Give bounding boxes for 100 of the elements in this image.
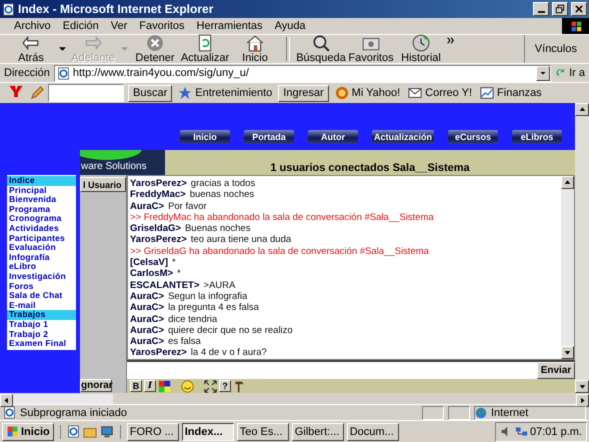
sidebar-item[interactable]: Trabajo 2	[7, 330, 76, 340]
nav-button[interactable]: Actualización	[372, 130, 434, 144]
menu-item[interactable]: Herramientas	[190, 20, 269, 32]
toolbar-button[interactable]: Inicio	[230, 35, 280, 63]
sidebar-item[interactable]: E-mail	[7, 300, 76, 310]
nav-button[interactable]: eCursos	[448, 130, 498, 144]
chat-message: AuraC> Por favor	[130, 200, 208, 212]
chat-message: CarlosM> *	[130, 268, 182, 280]
sidebar-item[interactable]: Sala de Chat	[7, 291, 76, 301]
chat-header: 1 usuarios conectados Sala__Sistema	[165, 150, 575, 175]
sidebar-item[interactable]: Trabajos	[7, 310, 76, 320]
windows-flag-icon	[6, 425, 19, 438]
menu-item[interactable]: Ayuda	[268, 20, 312, 32]
pencil-icon	[30, 86, 44, 100]
status-pane	[422, 406, 444, 420]
ie-logo-icon	[2, 2, 15, 16]
star-icon	[178, 86, 192, 100]
arrow-down-icon	[578, 383, 586, 390]
sidebar-item[interactable]: Trabajo 1	[7, 320, 76, 330]
toolbar-button[interactable]: Atrás	[6, 35, 56, 63]
color-palette-icon	[158, 380, 171, 392]
menu-item[interactable]: Archivo	[8, 20, 57, 32]
toolbar-button[interactable]: Búsqueda	[296, 35, 346, 63]
taskbar-button[interactable]: Index...	[182, 422, 234, 440]
italic-button[interactable]: I	[144, 380, 156, 392]
menu-item[interactable]: Favoritos	[133, 20, 191, 32]
toolbar-button[interactable]: Actualizar	[180, 35, 230, 63]
globe-icon	[475, 406, 487, 418]
toolbar-link[interactable]: Correo Y!	[406, 86, 474, 100]
arrow-right-icon	[579, 397, 586, 404]
sidebar-item[interactable]: Cronograma	[7, 214, 76, 224]
clock-icon	[411, 34, 431, 52]
links-button[interactable]: Vínculos	[528, 43, 583, 55]
taskbar-button[interactable]: Docum...	[346, 422, 399, 440]
nav-button[interactable]: eLibros	[512, 130, 562, 144]
my-yahoo-icon	[334, 86, 349, 100]
go-button[interactable]: Ir a	[555, 67, 585, 79]
user-button[interactable]: l Usuario	[80, 177, 126, 192]
status-pane	[448, 406, 470, 420]
chat-message: ESCALANTET> >AURA	[130, 280, 236, 291]
taskbar-button[interactable]: FORO ...	[126, 422, 179, 440]
toolbar-link[interactable]: Mi Yahoo!	[332, 86, 402, 100]
toolbar-link[interactable]: Entretenimiento	[176, 86, 274, 100]
system-message: >> FreddyMac ha abandonado la sala de conversación #Sala__Sistema	[130, 212, 435, 224]
sidebar-item[interactable]: Bienvenida	[7, 195, 76, 205]
sidebar-item[interactable]: Indice	[7, 176, 76, 186]
chat-message: [CelsaV] *	[130, 257, 177, 268]
nav-button[interactable]: Portada	[244, 130, 294, 144]
expand-button[interactable]	[204, 380, 217, 392]
sidebar-item[interactable]: Principal	[7, 186, 76, 196]
bold-button[interactable]: B	[130, 380, 142, 392]
taskbar-button[interactable]: Gilbert:...	[292, 422, 344, 440]
scrollbar[interactable]	[575, 103, 589, 393]
nav-button[interactable]: Inicio	[180, 130, 230, 144]
sidebar-item[interactable]: Investigación	[7, 272, 76, 282]
zone-text: Internet	[491, 406, 528, 418]
toolbar-button[interactable]: Favoritos	[346, 35, 396, 63]
sidebar-item[interactable]: Participantes	[7, 234, 76, 244]
search-button[interactable]: Buscar	[128, 84, 172, 102]
sign-in-button[interactable]: Ingresar	[278, 84, 329, 102]
nav-button[interactable]: Autor	[308, 130, 358, 144]
chat-message: AuraC> quiere decir que no se realizo	[130, 324, 294, 336]
envelope-icon	[408, 86, 422, 100]
color-button[interactable]	[158, 380, 171, 392]
chat-message: AuraC> dice tendria	[130, 314, 218, 325]
caret-icon[interactable]	[58, 47, 66, 51]
sidebar-item[interactable]: Programa	[7, 204, 76, 214]
sidebar-item[interactable]: Infografía	[7, 252, 76, 262]
desktop-icon	[100, 424, 114, 438]
network-icon	[515, 425, 528, 438]
sidebar-item[interactable]: Evaluación	[7, 243, 76, 253]
clock: 07:01 p.m.	[530, 426, 582, 438]
chat-message: YarosPerez> gracias a todos	[130, 178, 256, 190]
minimize-icon	[538, 11, 544, 13]
toolbar-link[interactable]: Finanzas	[478, 86, 544, 100]
chat-message: FreddyMac> buenas noches	[130, 189, 256, 201]
minimize-button[interactable]	[533, 2, 549, 16]
start-button[interactable]: Inicio	[2, 422, 54, 440]
send-button[interactable]: Enviar	[537, 362, 575, 379]
ie-icon	[66, 424, 80, 438]
sidebar-item[interactable]: eLibro	[7, 262, 76, 272]
search-field[interactable]	[48, 84, 124, 102]
help-button[interactable]: ?	[219, 380, 231, 392]
menu-item[interactable]: Edición	[56, 20, 105, 32]
taskbar-button[interactable]: Teo Es...	[236, 422, 289, 440]
arrow-down-icon	[564, 349, 571, 356]
sidebar-item[interactable]: Actividades	[7, 224, 76, 234]
scrollbar[interactable]	[561, 176, 574, 359]
smiley-button[interactable]	[181, 380, 194, 392]
toolbar-button[interactable]: Detener	[130, 35, 180, 63]
sidebar-item[interactable]: Examen Final	[7, 339, 76, 349]
toolbar-button[interactable]: Historial	[396, 35, 446, 63]
horizontal-scrollbar[interactable]	[0, 393, 589, 404]
close-button[interactable]	[571, 2, 587, 16]
search-icon	[311, 34, 331, 52]
address-field[interactable]: http://www.train4you.com/sig/uny_u/	[54, 64, 552, 82]
sidebar-item[interactable]: Foros	[7, 282, 76, 292]
address-label: Dirección	[4, 67, 50, 79]
menu-item[interactable]: Ver	[104, 20, 134, 32]
restore-button[interactable]	[552, 2, 568, 16]
